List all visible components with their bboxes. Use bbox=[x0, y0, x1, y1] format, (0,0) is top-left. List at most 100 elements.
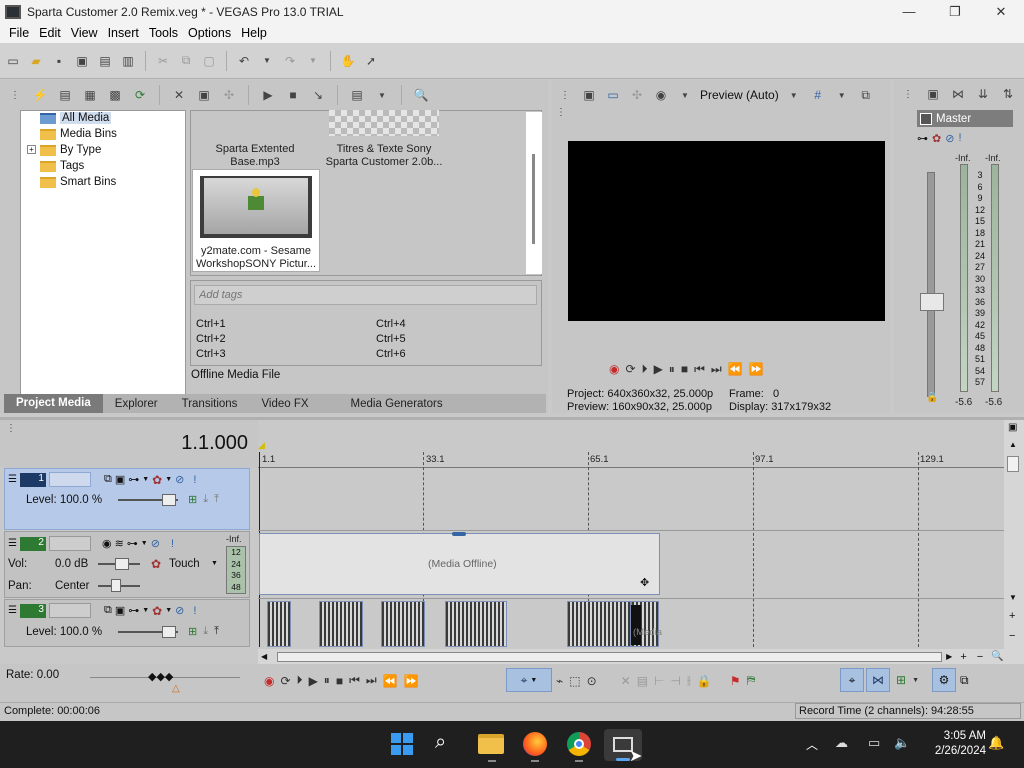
track-name-field[interactable] bbox=[48, 536, 91, 551]
tab-project-media[interactable]: Project Media bbox=[4, 394, 103, 413]
menu-help[interactable]: Help bbox=[236, 26, 272, 40]
views-dropdown-icon[interactable]: ▼ bbox=[373, 86, 391, 104]
windows-start-icon[interactable] bbox=[391, 733, 413, 755]
zoom-tool-icon[interactable]: ⊙ bbox=[587, 674, 597, 688]
lower-icon[interactable]: ⤓ bbox=[203, 493, 208, 506]
record-icon[interactable]: ◉ bbox=[264, 674, 274, 688]
volume-icon[interactable]: 🔈 bbox=[894, 735, 910, 751]
lock-envelopes-button[interactable]: ⚙ bbox=[932, 668, 956, 692]
quality-dropdown-icon[interactable]: ▼ bbox=[785, 86, 803, 104]
fx-dropdown-icon[interactable]: ▼ bbox=[165, 476, 172, 483]
paste-icon[interactable]: ▢ bbox=[200, 52, 218, 70]
track-fx-icon[interactable]: ✿ bbox=[152, 604, 162, 618]
video-preview-screen[interactable] bbox=[568, 141, 885, 321]
marker-flag-icon[interactable]: ▣ bbox=[1008, 422, 1017, 433]
grip-icon[interactable]: ⋮ bbox=[556, 86, 574, 104]
play-from-start-icon[interactable]: ⏵ bbox=[642, 362, 648, 377]
track-3-level-handle[interactable] bbox=[162, 626, 176, 638]
mute-icon[interactable]: ⊘ bbox=[175, 604, 184, 617]
tab-media-generators[interactable]: Media Generators bbox=[321, 398, 473, 410]
video-clip-dark-frame[interactable] bbox=[631, 605, 641, 645]
timeline-vertical-scrollbar[interactable]: ▣ ▲ ▼ + − bbox=[1004, 420, 1024, 649]
clip-fade-handle[interactable] bbox=[452, 532, 466, 536]
ignore-grouping-icon[interactable]: ⧉ bbox=[960, 673, 969, 688]
zoom-in-horizontal-icon[interactable]: + bbox=[960, 651, 966, 663]
zoom-out-vertical-icon[interactable]: − bbox=[1009, 630, 1015, 642]
loop-playback-icon[interactable]: ⟳ bbox=[280, 674, 290, 688]
automation-dropdown-icon[interactable]: ▼ bbox=[141, 540, 148, 547]
vertical-scroll-thumb[interactable] bbox=[1007, 456, 1019, 472]
stop-icon[interactable]: ■ bbox=[681, 362, 688, 376]
import-media-icon[interactable]: ⚡ bbox=[31, 86, 49, 104]
marker-bar[interactable] bbox=[258, 420, 1004, 442]
tab-transitions[interactable]: Transitions bbox=[170, 398, 250, 410]
tree-item-smart-bins[interactable]: Smart Bins bbox=[40, 176, 116, 188]
views-icon[interactable]: ▤ bbox=[348, 86, 366, 104]
close-button[interactable]: ✕ bbox=[978, 0, 1024, 23]
menu-view[interactable]: View bbox=[66, 26, 103, 40]
minimize-button[interactable]: — bbox=[886, 0, 932, 23]
track-1-level-handle[interactable] bbox=[162, 494, 176, 506]
invert-phase-icon[interactable]: ≋ bbox=[115, 537, 124, 550]
previous-frame-icon[interactable]: ⏪ bbox=[728, 362, 743, 376]
mute-icon[interactable]: ⊘ bbox=[151, 537, 160, 550]
cut-icon[interactable]: ✂ bbox=[154, 52, 172, 70]
overlays-dropdown-icon[interactable]: ▼ bbox=[833, 86, 851, 104]
get-photos-icon[interactable]: ▩ bbox=[106, 86, 124, 104]
snapping-button[interactable]: ⌖ bbox=[840, 668, 864, 692]
go-to-end-icon[interactable]: ⏭ bbox=[366, 673, 377, 688]
loop-marker-icon[interactable]: ◢ bbox=[258, 440, 265, 451]
mute-icon[interactable]: ⊘ bbox=[175, 473, 184, 486]
properties-icon[interactable]: ▥ bbox=[119, 52, 137, 70]
pause-icon[interactable]: ⏸ bbox=[669, 362, 675, 377]
automation-mode[interactable]: Touch bbox=[169, 558, 200, 570]
tab-explorer[interactable]: Explorer bbox=[103, 398, 170, 410]
menu-options[interactable]: Options bbox=[183, 26, 236, 40]
track-name-field[interactable] bbox=[48, 472, 91, 487]
solo-icon[interactable]: ! bbox=[193, 474, 196, 486]
track-collapse-icon[interactable]: ☰ bbox=[8, 605, 17, 616]
automation-icon[interactable]: ⊶ bbox=[127, 537, 138, 550]
track-name-field[interactable] bbox=[48, 603, 91, 618]
remove-icon[interactable]: ✕ bbox=[170, 86, 188, 104]
play-icon[interactable]: ▶ bbox=[654, 362, 663, 376]
search-icon[interactable]: 🔍 bbox=[412, 86, 430, 104]
open-folder-icon[interactable]: ▰ bbox=[27, 52, 45, 70]
preview-properties-icon[interactable]: ▣ bbox=[580, 86, 598, 104]
tree-item-media-bins[interactable]: Media Bins bbox=[40, 128, 117, 140]
system-clock[interactable]: 3:05 AM 2/26/2024 bbox=[918, 729, 986, 759]
insert-marker-icon[interactable]: ⚑ bbox=[730, 674, 741, 688]
tree-item-tags[interactable]: Tags bbox=[40, 160, 84, 172]
track-fx-icon[interactable]: ✿ bbox=[152, 473, 162, 487]
shortcut-label[interactable]: Ctrl+4 bbox=[376, 317, 406, 332]
motion-dropdown-icon[interactable]: ▼ bbox=[142, 607, 149, 614]
timeline-timecode[interactable]: 1.1.000 bbox=[150, 432, 248, 455]
insert-fx-icon[interactable]: ⊶ bbox=[917, 132, 928, 145]
redo-icon[interactable]: ↷ bbox=[281, 52, 299, 70]
insert-region-icon[interactable]: ⛿ bbox=[747, 673, 756, 688]
pause-icon[interactable]: ⏸ bbox=[324, 673, 330, 688]
compositing-mode-icon[interactable]: ⧉ bbox=[104, 473, 112, 486]
preview-quality-dropdown[interactable]: Preview (Auto) bbox=[700, 88, 779, 102]
make-compositing-child-icon[interactable]: ▣ bbox=[115, 473, 125, 486]
shortcut-label[interactable]: Ctrl+1 bbox=[196, 317, 226, 332]
save-icon[interactable]: ▪ bbox=[50, 52, 68, 70]
new-project-icon[interactable]: ▭ bbox=[4, 52, 22, 70]
tree-item-all-media[interactable]: All Media bbox=[40, 112, 112, 124]
refresh-icon[interactable]: ⟳ bbox=[131, 86, 149, 104]
time-ruler[interactable] bbox=[258, 452, 1004, 468]
show-hidden-icons-chevron-icon[interactable]: ︿ bbox=[806, 736, 818, 753]
fader-lock-icon[interactable]: 🔒 bbox=[926, 392, 938, 403]
make-compositing-child-icon[interactable]: ▣ bbox=[115, 604, 125, 617]
mixer-options-icon[interactable]: ⇅ bbox=[999, 85, 1017, 103]
get-media-icon[interactable]: ▦ bbox=[81, 86, 99, 104]
tree-item-by-type[interactable]: By Type bbox=[40, 144, 101, 156]
play-media-icon[interactable]: ▶ bbox=[259, 86, 277, 104]
play-from-start-icon[interactable]: ⏵ bbox=[297, 673, 303, 688]
copy-icon[interactable]: ⧉ bbox=[177, 52, 195, 70]
arm-record-icon[interactable]: ◉ bbox=[102, 537, 112, 550]
render-icon[interactable]: ▤ bbox=[96, 52, 114, 70]
scroll-right-icon[interactable]: ▶ bbox=[946, 652, 952, 661]
split-dropdown-icon[interactable]: ▼ bbox=[676, 86, 694, 104]
solo-icon[interactable]: ! bbox=[171, 538, 174, 550]
